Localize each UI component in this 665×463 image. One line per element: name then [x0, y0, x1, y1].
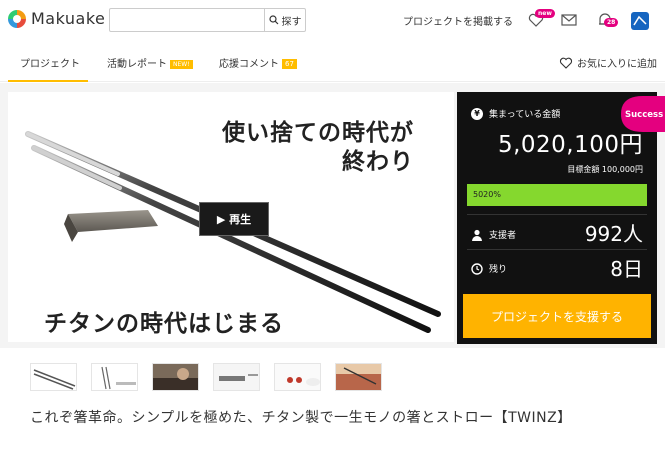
heart-menu-button[interactable]: new: [527, 9, 555, 29]
search-input[interactable]: [110, 9, 264, 31]
divider: [467, 249, 647, 250]
goal-amount: 目標金額 100,000円: [567, 165, 643, 174]
search-button-label: 探す: [281, 16, 302, 28]
progress-percent: 5020%: [473, 190, 501, 199]
supporters-count: 992人: [584, 222, 643, 246]
thumbnail-chopsticks-image: [31, 364, 76, 390]
thumbnail-3[interactable]: [152, 363, 199, 391]
thumbnail-product-image: [92, 364, 137, 390]
success-ribbon: Success: [621, 96, 665, 132]
project-main-image[interactable]: 使い捨ての時代が 終わり チタンの時代はじまる ▶ 再生: [8, 92, 454, 342]
thumbnail-dish-image: [275, 364, 320, 390]
logo-text: Makuake: [31, 9, 106, 28]
search-box: 探す: [109, 8, 306, 32]
tab-activity-report[interactable]: 活動レポート NEW!: [107, 55, 193, 70]
supporters-label: 支援者: [471, 228, 516, 241]
notification-button[interactable]: 28: [596, 11, 619, 29]
amount-label-text: 集まっている金額: [489, 110, 561, 120]
favorite-label: お気に入りに追加: [577, 59, 657, 70]
success-ribbon-text: Success: [625, 110, 663, 120]
thumbnail-6[interactable]: [335, 363, 382, 391]
support-project-button[interactable]: プロジェクトを支援する: [463, 294, 651, 338]
mail-icon: [561, 14, 577, 26]
remaining-label: 残り: [471, 262, 507, 275]
clock-icon: [471, 262, 483, 275]
remaining-label-text: 残り: [489, 265, 508, 275]
tab-comments[interactable]: 応援コメント 67: [219, 55, 297, 70]
heart-outline-icon: [559, 57, 573, 69]
amount-label: ¥ 集まっている金額: [471, 107, 560, 120]
divider: [467, 214, 647, 215]
hero-headline: 使い捨ての時代が 終わり: [222, 118, 414, 176]
message-button[interactable]: [560, 11, 578, 29]
search-button[interactable]: 探す: [264, 9, 305, 31]
hero-headline-line1: 使い捨ての時代が: [222, 119, 414, 146]
funding-progress-bar: 5020%: [467, 184, 647, 206]
days-remaining: 8日: [610, 257, 643, 281]
tab-activity-label: 活動レポート: [107, 59, 167, 70]
tab-comments-label: 応援コメント: [219, 59, 279, 70]
thumbnail-food-image: [336, 364, 381, 390]
tab-project[interactable]: プロジェクト: [20, 55, 80, 70]
search-icon: [268, 15, 278, 25]
project-title: これぞ箸革命。シンプルを極めた、チタン製で一生モノの箸とストロー【TWINZ】: [30, 410, 572, 426]
thumbnail-4[interactable]: [213, 363, 260, 391]
user-avatar[interactable]: [630, 11, 649, 30]
person-icon: [472, 229, 482, 241]
thumbnail-5[interactable]: [274, 363, 321, 391]
thumbnail-rest-image: [214, 364, 259, 390]
thumbnail-photo-image: [153, 364, 198, 390]
favorite-button[interactable]: お気に入りに追加: [559, 55, 657, 70]
thumbnail-1[interactable]: [30, 363, 77, 391]
header: Makuake 探す プロジェクトを掲載する new 28: [0, 0, 665, 40]
new-tag: NEW!: [170, 60, 193, 69]
avatar-icon: [631, 12, 649, 30]
project-tabs: プロジェクト 活動レポート NEW! 応援コメント 67 お気に入りに追加: [0, 40, 665, 82]
hero-headline-line2: 終わり: [342, 148, 414, 175]
logo-mark-icon: [8, 9, 26, 28]
makuake-logo[interactable]: Makuake: [8, 9, 105, 28]
post-project-link[interactable]: プロジェクトを掲載する: [403, 13, 513, 28]
new-badge: new: [535, 9, 555, 18]
active-tab-indicator: [8, 80, 88, 82]
thumbnail-2[interactable]: [91, 363, 138, 391]
notification-count: 28: [604, 18, 619, 27]
yen-icon: ¥: [471, 107, 483, 120]
supporters-label-text: 支援者: [489, 231, 517, 241]
play-video-button[interactable]: ▶ 再生: [199, 202, 269, 236]
hero-subheadline: チタンの時代はじまる: [44, 310, 284, 337]
image-thumbnails: [30, 363, 382, 391]
comments-count-badge: 67: [282, 59, 297, 69]
